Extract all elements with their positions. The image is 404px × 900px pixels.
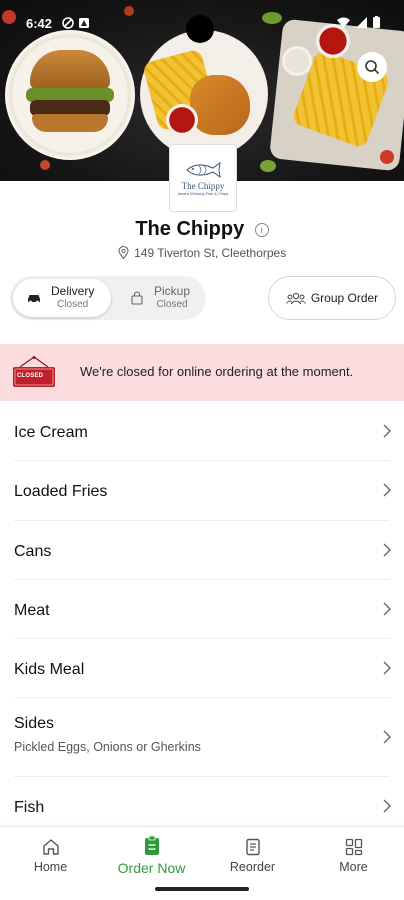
pickup-option[interactable]: Pickup Closed bbox=[118, 279, 204, 317]
group-order-button[interactable]: Group Order bbox=[268, 276, 396, 320]
nav-home-label: Home bbox=[33, 859, 68, 874]
order-mode-toggle: Delivery Closed Pickup Closed bbox=[10, 276, 206, 320]
closed-message: We're closed for online ordering at the … bbox=[80, 364, 354, 379]
nav-reorder[interactable]: Reorder bbox=[202, 827, 303, 883]
menu-item-meat[interactable]: Meat bbox=[14, 580, 391, 640]
nav-home[interactable]: Home bbox=[0, 827, 101, 883]
menu-item-kids-meal[interactable]: Kids Meal bbox=[14, 639, 391, 699]
shopping-bag-icon bbox=[131, 291, 143, 305]
menu-item-subtitle: Pickled Eggs, Onions or Gherkins bbox=[14, 740, 201, 755]
closed-banner: CLOSED We're closed for online ordering … bbox=[0, 344, 404, 401]
chevron-right-icon bbox=[383, 483, 391, 497]
delivery-status: Closed bbox=[57, 299, 89, 310]
battery-icon bbox=[373, 16, 380, 28]
chevron-right-icon bbox=[383, 602, 391, 616]
address-text: 149 Tiverton St, Cleethorpes bbox=[134, 246, 287, 260]
wifi-icon bbox=[337, 17, 350, 28]
closed-sign-text: CLOSED bbox=[17, 373, 44, 379]
fish-logo-icon bbox=[186, 161, 221, 179]
restaurant-address: 149 Tiverton St, Cleethorpes bbox=[0, 245, 404, 260]
chevron-right-icon bbox=[383, 543, 391, 557]
menu-item-title: Kids Meal bbox=[14, 661, 85, 679]
restaurant-header: The Chippy i bbox=[0, 218, 404, 241]
dnd-icon bbox=[62, 17, 74, 29]
restaurant-logo: The Chippy Award Winning Fish & Chips bbox=[169, 144, 237, 212]
search-icon bbox=[365, 60, 379, 74]
nav-more[interactable]: More bbox=[303, 827, 404, 883]
home-icon bbox=[42, 838, 59, 855]
menu-item-sides[interactable]: Sides Pickled Eggs, Onions or Gherkins bbox=[14, 698, 391, 778]
nav-order-now[interactable]: Order Now bbox=[101, 827, 202, 883]
signal-icon bbox=[356, 16, 367, 28]
logo-tagline: Award Winning Fish & Chips bbox=[177, 191, 229, 196]
menu-category-list: Ice Cream Loaded Fries Cans Meat Kids Me… bbox=[0, 402, 404, 837]
nav-more-label: More bbox=[339, 859, 368, 874]
receipt-icon bbox=[245, 838, 260, 855]
pickup-label: Pickup bbox=[154, 284, 191, 298]
delivery-option[interactable]: Delivery Closed bbox=[13, 279, 111, 317]
menu-item-title: Meat bbox=[14, 601, 50, 619]
menu-item-title: Sides bbox=[14, 715, 55, 733]
delivery-car-icon bbox=[28, 295, 40, 304]
restaurant-name: The Chippy bbox=[135, 218, 245, 240]
notification-icon bbox=[79, 18, 89, 28]
info-icon[interactable]: i bbox=[254, 222, 269, 237]
gesture-home-bar[interactable] bbox=[155, 887, 249, 891]
chevron-right-icon bbox=[383, 424, 391, 438]
chevron-right-icon bbox=[383, 661, 391, 675]
group-icon bbox=[285, 292, 306, 304]
group-order-label: Group Order bbox=[310, 291, 379, 305]
menu-item-loaded-fries[interactable]: Loaded Fries bbox=[14, 461, 391, 521]
menu-item-title: Cans bbox=[14, 542, 52, 560]
camera-cutout bbox=[186, 15, 214, 43]
pickup-status: Closed bbox=[156, 299, 188, 310]
location-pin-icon bbox=[118, 245, 129, 260]
menu-item-title: Loaded Fries bbox=[14, 483, 108, 501]
closed-sign-icon bbox=[13, 356, 55, 387]
delivery-label: Delivery bbox=[51, 284, 95, 298]
menu-item-title: Ice Cream bbox=[14, 424, 88, 441]
chevron-right-icon bbox=[383, 799, 391, 813]
nav-reorder-label: Reorder bbox=[229, 859, 276, 874]
nav-order-now-label: Order Now bbox=[117, 859, 186, 876]
grid-icon bbox=[345, 838, 362, 855]
search-button[interactable] bbox=[357, 52, 387, 82]
menu-item-ice-cream[interactable]: Ice Cream bbox=[14, 402, 391, 462]
menu-item-title: Fish bbox=[14, 799, 45, 817]
logo-name: The Chippy bbox=[181, 181, 225, 191]
order-icon bbox=[144, 835, 159, 855]
menu-item-cans[interactable]: Cans bbox=[14, 521, 391, 580]
chevron-right-icon bbox=[383, 730, 391, 744]
status-time: 6:42 bbox=[26, 16, 53, 31]
